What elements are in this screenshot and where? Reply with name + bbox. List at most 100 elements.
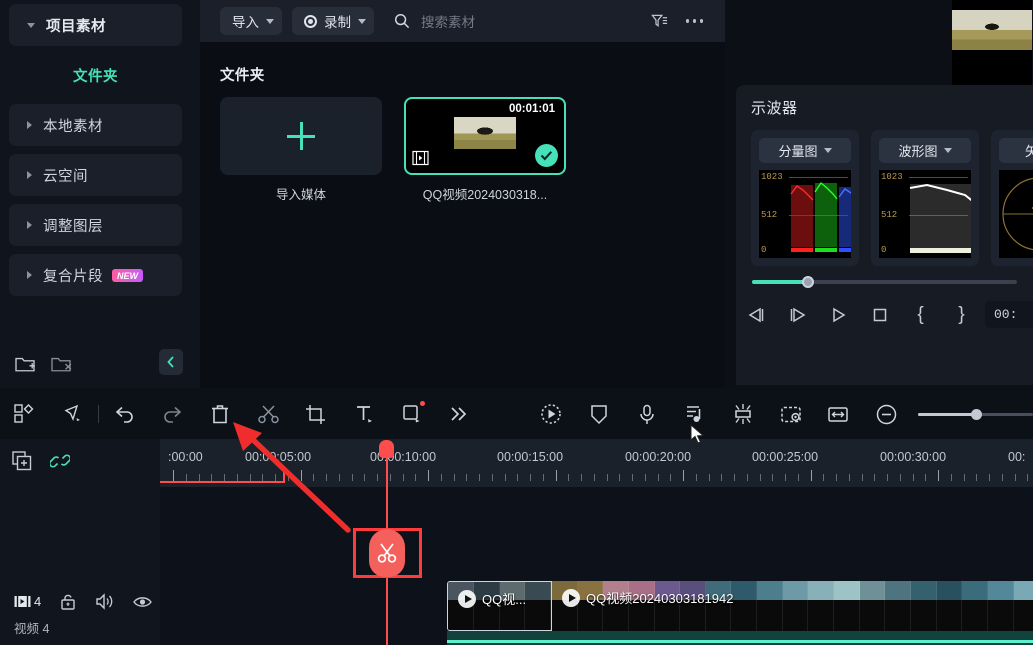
crop-icon[interactable] <box>292 389 340 439</box>
scope-type-select[interactable]: 矢量 <box>999 138 1033 163</box>
delete-folder-icon[interactable] <box>50 355 72 373</box>
chevron-down-icon <box>266 18 274 24</box>
search-icon <box>394 13 410 29</box>
sidebar-item-folder[interactable]: 文件夹 <box>9 54 182 96</box>
audio-track[interactable] <box>447 631 1033 645</box>
more-tools-icon[interactable] <box>436 389 484 439</box>
scope-zoom-slider[interactable] <box>736 266 1033 288</box>
shield-icon[interactable] <box>575 389 623 439</box>
sidebar-item-label: 云空间 <box>43 168 88 185</box>
sidebar-item-adjustment-layer[interactable]: 调整图层 <box>9 204 182 246</box>
project-sidebar: 项目素材 文件夹 本地素材 云空间 调整图层 复合片段 NEW <box>0 0 200 388</box>
sidebar-item-cloud[interactable]: 云空间 <box>9 154 182 196</box>
lock-icon[interactable] <box>60 593 76 610</box>
select-tool-icon[interactable] <box>48 389 96 439</box>
timeline-body[interactable]: QQ视... QQ视频20240303181942 <box>160 487 1033 645</box>
freeze-frame-icon[interactable] <box>719 389 767 439</box>
scope-waveform: 波形图 1023 512 0 <box>871 130 979 266</box>
preview-frame <box>952 0 1032 85</box>
media-toolbar: 导入 录制 搜索素材 <box>200 0 725 42</box>
split-icon[interactable] <box>244 389 292 439</box>
track-header: 4 视频 4 <box>0 585 160 645</box>
scope-type-label: 波形图 <box>898 144 938 159</box>
media-section-title: 文件夹 <box>220 68 265 84</box>
media-grid: 导入媒体 00:01:01 QQ视频2024030318... <box>200 85 725 203</box>
table-row[interactable]: QQ视... <box>447 581 552 631</box>
import-media-dropzone[interactable] <box>220 97 382 175</box>
ruler-label: :00:00 <box>168 450 203 464</box>
import-media-card[interactable]: 导入媒体 <box>220 97 382 203</box>
mark-in-button[interactable]: { <box>900 302 941 328</box>
split-scissors-cursor <box>369 529 405 577</box>
search-placeholder: 搜索素材 <box>421 15 475 30</box>
stop-button[interactable] <box>859 302 900 328</box>
track-name: 视频 4 <box>14 622 50 636</box>
undo-icon[interactable] <box>101 389 149 439</box>
axis-label: 512 <box>761 210 778 220</box>
redo-icon[interactable] <box>148 389 196 439</box>
grid-view-icon[interactable] <box>0 389 48 439</box>
playhead-handle[interactable] <box>379 440 394 458</box>
add-track-icon[interactable] <box>12 451 32 471</box>
zoom-slider-knob[interactable] <box>970 408 982 420</box>
sidebar-item-project-media[interactable]: 项目素材 <box>9 4 182 46</box>
sidebar-item-label: 文件夹 <box>73 68 118 85</box>
record-button[interactable]: 录制 <box>292 7 374 35</box>
selection-range-bar <box>160 472 285 483</box>
chevron-right-icon <box>27 271 32 279</box>
record-label: 录制 <box>324 15 351 30</box>
collapse-panel-button[interactable] <box>159 349 183 375</box>
mark-out-button[interactable]: } <box>941 302 982 328</box>
axis-label: 1023 <box>761 172 783 182</box>
timeline-zoom-slider[interactable] <box>918 408 1033 420</box>
sidebar-item-label: 项目素材 <box>46 18 106 35</box>
axis-label: 0 <box>761 245 767 255</box>
mic-icon[interactable] <box>623 389 671 439</box>
timeline-ruler[interactable]: :00:00 00:00:05:00 00:00:10:00 00:00:15:… <box>160 439 1033 487</box>
fit-icon[interactable] <box>814 389 862 439</box>
media-thumbnail[interactable]: 00:01:01 <box>404 97 566 175</box>
sidebar-footer <box>0 340 200 388</box>
import-button[interactable]: 导入 <box>220 7 282 35</box>
media-item-card[interactable]: 00:01:01 QQ视频2024030318... <box>404 97 566 203</box>
sidebar-item-compound-clip[interactable]: 复合片段 NEW <box>9 254 182 296</box>
mute-icon[interactable] <box>95 593 114 610</box>
mask-icon[interactable] <box>767 389 815 439</box>
scope-type-label: 分量图 <box>778 144 818 159</box>
sidebar-item-label: 调整图层 <box>43 218 103 235</box>
more-options-icon[interactable] <box>685 19 703 23</box>
axis-label: 0 <box>881 245 887 255</box>
shape-icon[interactable] <box>388 389 436 439</box>
chevron-down-icon <box>358 18 366 24</box>
scope-type-select[interactable]: 分量图 <box>759 138 851 163</box>
zoom-out-icon[interactable] <box>862 389 910 439</box>
selected-check-icon <box>535 144 558 167</box>
link-icon[interactable] <box>50 451 70 471</box>
new-folder-icon[interactable] <box>14 355 36 373</box>
video-track-icon: 4 <box>14 594 41 609</box>
notification-dot <box>419 401 425 406</box>
visibility-icon[interactable] <box>133 595 153 609</box>
slider-track[interactable] <box>752 276 1017 288</box>
timecode-field[interactable]: 00: <box>985 301 1033 328</box>
scope-parade: 分量图 1023 512 0 <box>751 130 859 266</box>
text-icon[interactable] <box>340 389 388 439</box>
search-input[interactable]: 搜索素材 <box>394 11 475 31</box>
next-frame-button[interactable] <box>777 302 818 328</box>
table-row[interactable]: QQ视频20240303181942 <box>552 581 1033 631</box>
editing-toolbar <box>0 389 1033 439</box>
speed-icon[interactable] <box>527 389 575 439</box>
delete-icon[interactable] <box>196 389 244 439</box>
axis-label: 512 <box>881 210 898 220</box>
play-button[interactable] <box>818 302 859 328</box>
preview-area <box>736 0 1033 85</box>
vectorscope-graph: Y G <box>999 170 1033 258</box>
filter-icon[interactable] <box>650 13 668 30</box>
scope-type-select[interactable]: 波形图 <box>879 138 971 163</box>
import-label: 导入 <box>232 15 259 30</box>
prev-frame-button[interactable] <box>736 302 777 328</box>
sidebar-item-label: 复合片段 <box>43 268 103 285</box>
media-panel: 导入 录制 搜索素材 文件夹 导入媒体 00:01:01 QQ视频2024030… <box>200 0 725 388</box>
video-file-icon <box>412 150 429 166</box>
sidebar-item-local-media[interactable]: 本地素材 <box>9 104 182 146</box>
